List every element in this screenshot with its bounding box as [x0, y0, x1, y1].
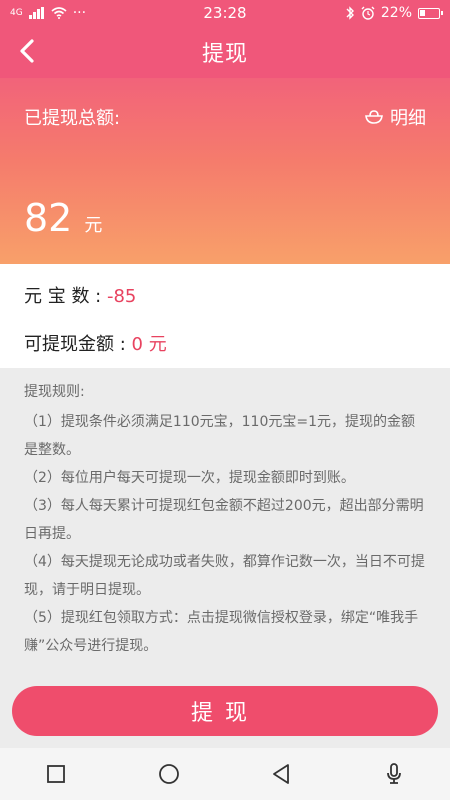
title-bar: 提现 — [0, 26, 450, 78]
status-right: 22% — [345, 5, 443, 21]
battery-percent: 22% — [380, 5, 412, 21]
microphone-icon — [386, 763, 401, 784]
battery-icon — [418, 7, 443, 19]
rule-item: （4）每天提现无论成功或者失败，都算作记数一次，当日不可提现，请于明日提现。 — [24, 554, 425, 598]
ingots-row: 元 宝 数 : -85 — [24, 282, 136, 308]
square-icon — [47, 765, 66, 783]
rule-item: （5）提现红包领取方式：点击提现微信授权登录，绑定“唯我手赚”公众号进行提现。 — [24, 610, 419, 654]
detail-link[interactable]: 明细 — [364, 104, 426, 130]
bowl-icon — [365, 110, 383, 124]
withdrawable-value: 0 元 — [131, 334, 167, 355]
total-amount: 82 元 — [24, 196, 102, 240]
voice-button[interactable] — [372, 752, 416, 796]
withdrawn-summary-card: 已提现总额: 明细 82 元 — [0, 78, 450, 264]
ingots-value: -85 — [106, 286, 137, 307]
alarm-icon — [361, 6, 375, 20]
network-type: 4G — [10, 8, 23, 18]
total-withdrawn-label: 已提现总额: — [24, 108, 121, 129]
withdrawable-row: 可提现金额 : 0 元 — [24, 330, 167, 356]
triangle-back-icon — [273, 764, 290, 784]
back-button[interactable] — [12, 36, 42, 66]
status-time: 23:28 — [203, 4, 247, 22]
more-dots: ··· — [72, 5, 87, 21]
status-left: 4G ··· — [10, 5, 86, 21]
balance-info: 元 宝 数 : -85 可提现金额 : 0 元 — [0, 264, 450, 368]
recent-apps-button[interactable] — [34, 752, 78, 796]
home-button[interactable] — [147, 752, 191, 796]
rule-item: （1）提现条件必须满足110元宝，110元宝=1元，提现的金额是整数。 — [24, 414, 415, 458]
ingots-label: 元 宝 数 : — [24, 286, 102, 307]
rule-item: （3）每人每天累计可提现红包金额不超过200元，超出部分需明日再提。 — [24, 498, 424, 542]
withdrawable-label: 可提现金额 : — [24, 334, 126, 355]
page-title: 提现 — [201, 42, 248, 67]
circle-icon — [158, 764, 179, 784]
rule-item: （2）每位用户每天可提现一次，提现金额即时到账。 — [24, 470, 355, 486]
withdraw-button[interactable]: 提现 — [12, 686, 438, 736]
detail-label: 明细 — [390, 108, 426, 129]
withdrawal-rules: 提现规则: （1）提现条件必须满足110元宝，110元宝=1元，提现的金额是整数… — [24, 378, 428, 660]
signal-icon — [28, 7, 44, 19]
back-nav-button[interactable] — [259, 752, 303, 796]
system-nav-bar — [0, 748, 450, 800]
chevron-left-icon — [20, 39, 34, 63]
wifi-icon — [51, 7, 67, 19]
total-amount-unit: 元 — [84, 215, 103, 236]
bluetooth-icon — [346, 6, 354, 20]
status-bar: 4G ··· 23:28 22% — [0, 0, 450, 26]
total-amount-value: 82 — [24, 196, 73, 240]
rules-title: 提现规则: — [24, 384, 85, 400]
